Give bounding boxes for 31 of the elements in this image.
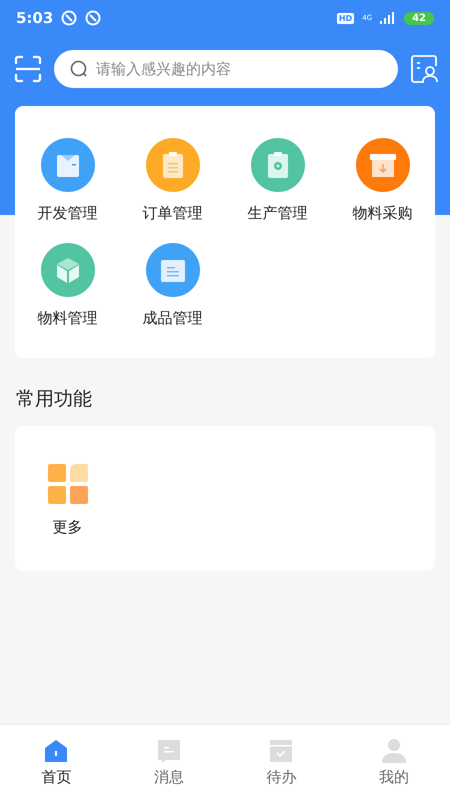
checklist-icon <box>268 738 294 764</box>
module-icon-circle[interactable] <box>250 138 304 192</box>
nav-tab[interactable]: 首页 <box>0 725 112 800</box>
module-icon-circle[interactable] <box>356 138 410 192</box>
module-label[interactable]: 订单管理 <box>142 204 202 223</box>
module-label[interactable]: 开发管理 <box>38 204 98 223</box>
module-label[interactable]: 物料管理 <box>38 309 98 328</box>
module-icon-circle[interactable] <box>146 243 200 297</box>
user-icon <box>380 738 407 764</box>
nav-tab[interactable]: 我的 <box>338 725 450 800</box>
module-label[interactable]: 物料采购 <box>352 204 412 223</box>
nav-tab[interactable]: 待办 <box>225 725 338 800</box>
status-time: 5:03 <box>16 9 54 27</box>
search-icon <box>70 60 88 78</box>
module-icon-circle[interactable] <box>40 138 94 192</box>
message-icon <box>156 738 182 764</box>
home-icon <box>43 738 70 764</box>
nav-tab[interactable]: 消息 <box>112 725 225 800</box>
section-title: 常用功能 <box>15 387 93 412</box>
module-icon-circle[interactable] <box>146 138 200 192</box>
shortcut-label[interactable]: 更多 <box>52 518 82 537</box>
signal-icon <box>380 12 396 24</box>
module-label[interactable]: 生产管理 <box>248 204 308 223</box>
scan-icon[interactable] <box>14 55 42 83</box>
search-field[interactable]: 请输入感兴趣的内容 <box>54 50 398 88</box>
grid-icon[interactable] <box>46 462 90 506</box>
battery-level: 42 <box>404 12 434 24</box>
module-icon-circle[interactable] <box>40 243 94 297</box>
hd-badge: HD <box>336 12 354 24</box>
contact-card-icon[interactable] <box>410 54 440 84</box>
module-label[interactable]: 成品管理 <box>142 309 202 328</box>
